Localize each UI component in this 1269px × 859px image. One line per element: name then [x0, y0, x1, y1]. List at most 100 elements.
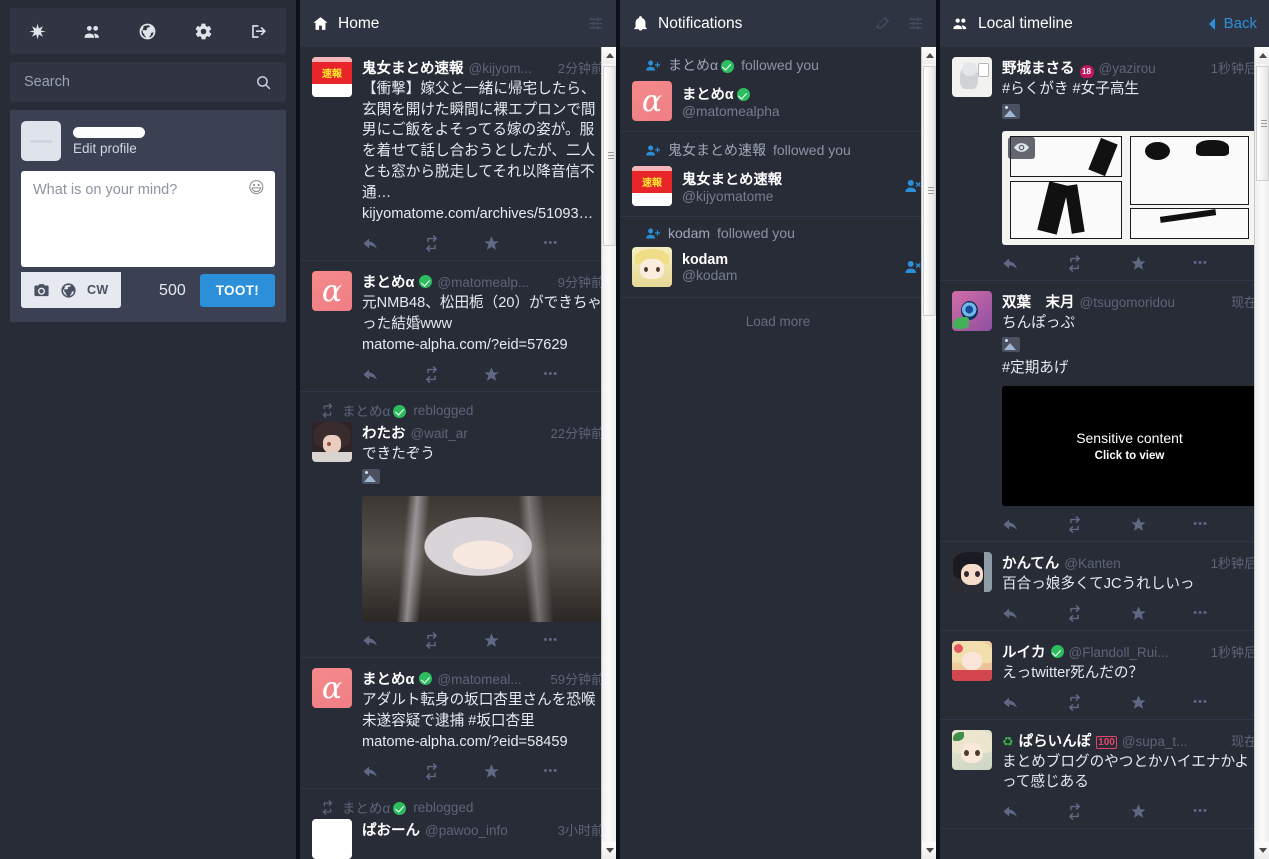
status[interactable]: ぱおーん @pawoo_info 3小时前 [300, 817, 616, 859]
media-image[interactable] [1002, 130, 1257, 245]
sensitive-content-overlay[interactable]: Sensitive content Click to view [1002, 386, 1257, 507]
status[interactable]: ルイカ @Flandoll_Rui... 1秒钟后 えっtwitter死んだの？… [940, 631, 1269, 720]
camera-icon[interactable] [33, 282, 50, 299]
boost-icon[interactable] [423, 366, 484, 384]
reply-icon[interactable] [1002, 516, 1066, 533]
compose-textarea-wrap[interactable]: 😃 [21, 171, 275, 267]
avatar[interactable] [21, 121, 61, 161]
status[interactable]: ♻ ぱらいんぽ 100 @supa_t... 现在 まとめブログのやつとかハイエ… [940, 720, 1269, 830]
column-header-home[interactable]: Home [300, 0, 616, 47]
scroll-down-button[interactable] [922, 842, 936, 859]
avatar[interactable]: 速報 [312, 57, 352, 97]
boost-icon[interactable] [423, 235, 484, 253]
status-hashtag[interactable]: #定期あげ [1002, 358, 1257, 379]
boost-icon[interactable] [423, 763, 484, 781]
globe-icon[interactable] [60, 282, 77, 299]
status-link[interactable]: matome-alpha.com/?eid=58459 [362, 732, 604, 753]
star-icon[interactable] [483, 366, 544, 383]
notification-account[interactable]: kodam @kodam [682, 252, 892, 283]
profile-row[interactable]: Edit profile [21, 121, 275, 161]
media-attachment[interactable] [1002, 130, 1257, 245]
star-icon[interactable] [1130, 516, 1194, 533]
scroll-up-button[interactable] [922, 47, 936, 64]
globe-icon[interactable] [125, 8, 171, 54]
scrollbar-notifications[interactable] [921, 47, 936, 859]
notification-item[interactable]: まとめα followed you α まとめα @matomealpha [620, 47, 936, 132]
avatar[interactable]: α [312, 271, 352, 312]
scroll-down-button[interactable] [1255, 842, 1269, 859]
avatar[interactable] [952, 640, 992, 681]
more-icon[interactable]: ••• [1193, 255, 1257, 272]
star-icon[interactable] [1130, 605, 1194, 622]
boost-icon[interactable] [1066, 254, 1130, 272]
scroll-up-button[interactable] [1255, 47, 1269, 64]
reply-icon[interactable] [362, 235, 423, 252]
boost-icon[interactable] [1066, 693, 1130, 711]
avatar[interactable]: α [632, 81, 672, 121]
eye-icon[interactable] [1008, 136, 1035, 159]
reply-icon[interactable] [1002, 605, 1066, 622]
notification-account[interactable]: 鬼女まとめ速報 @kijyomatome [682, 168, 892, 204]
notification-account[interactable]: まとめα @matomealpha [682, 83, 924, 119]
display-name[interactable]: まとめα [362, 271, 414, 292]
more-icon[interactable]: ••• [1193, 803, 1257, 820]
reply-icon[interactable] [1002, 803, 1066, 820]
avatar[interactable] [952, 57, 992, 97]
avatar[interactable]: α [312, 667, 352, 708]
asterisk-icon[interactable] [15, 8, 61, 54]
media-image[interactable] [362, 495, 604, 622]
more-icon[interactable]: ••• [544, 632, 605, 649]
reply-icon[interactable] [362, 763, 423, 780]
back-button[interactable]: Back [1206, 15, 1257, 32]
star-icon[interactable] [483, 235, 544, 252]
status[interactable]: かんてん @Kanten 1秒钟后 百合っ娘多くてJCうれしいっ ••• [940, 542, 1269, 631]
notification-account-name[interactable]: 鬼女まとめ速報 [668, 140, 766, 160]
notification-account-name[interactable]: kodam [668, 225, 710, 241]
column-header-local[interactable]: Local timeline Back [940, 0, 1269, 47]
reply-icon[interactable] [362, 366, 423, 383]
users-icon[interactable] [70, 8, 116, 54]
star-icon[interactable] [1130, 255, 1194, 272]
more-icon[interactable]: ••• [544, 763, 605, 780]
status-link[interactable]: matome-alpha.com/?eid=57629 [362, 335, 604, 356]
gear-icon[interactable] [180, 8, 226, 54]
more-icon[interactable]: ••• [1193, 605, 1257, 622]
emoji-picker-icon[interactable]: 😃 [248, 179, 267, 198]
scrollbar-home[interactable] [601, 47, 616, 859]
notification-item[interactable]: kodam followed you kodam @kodam [620, 217, 936, 298]
avatar[interactable] [952, 552, 992, 593]
search-box[interactable] [10, 62, 286, 102]
avatar[interactable] [312, 422, 352, 463]
eraser-icon[interactable] [874, 15, 891, 32]
cw-button[interactable]: CW [87, 283, 109, 297]
star-icon[interactable] [483, 763, 544, 780]
notification-account-name[interactable]: まとめα [668, 55, 735, 75]
display-name[interactable]: わたお [362, 422, 406, 443]
star-icon[interactable] [1130, 803, 1194, 820]
avatar[interactable] [632, 247, 672, 287]
scroll-up-button[interactable] [602, 47, 616, 64]
scroll-down-button[interactable] [602, 842, 616, 859]
notification-item[interactable]: 鬼女まとめ速報 followed you 速報 鬼女まとめ速報 @kijyoma [620, 132, 936, 217]
status[interactable]: わたお @wait_ar 22分钟前 できたぞう ••• [300, 420, 616, 657]
compose-textarea[interactable] [21, 171, 275, 267]
reblogger-name[interactable]: まとめα [342, 797, 407, 817]
status[interactable]: α まとめα @matomealp... 9分钟前 元NMB48、松田栀（20）… [300, 261, 616, 393]
scrollbar-thumb[interactable] [603, 66, 616, 246]
toot-button[interactable]: TOOT! [199, 274, 275, 307]
column-header-notifications[interactable]: Notifications [620, 0, 936, 47]
display-name[interactable]: 双葉 末月 [1002, 291, 1075, 312]
scrollbar-thumb[interactable] [1256, 66, 1269, 181]
avatar[interactable] [312, 819, 352, 859]
display-name[interactable]: ぱおーん [362, 819, 420, 840]
status[interactable]: 速報 鬼女まとめ速報 @kijyom... 2分钟前 【衝撃】嫁父と一緒に帰宅し… [300, 47, 616, 262]
reply-icon[interactable] [362, 632, 423, 649]
sliders-icon[interactable] [587, 15, 604, 32]
more-icon[interactable]: ••• [544, 366, 605, 383]
media-attachment[interactable] [362, 495, 604, 622]
more-icon[interactable]: ••• [1193, 516, 1257, 533]
boost-icon[interactable] [1066, 516, 1130, 534]
display-name[interactable]: 鬼女まとめ速報 [362, 57, 464, 78]
edit-profile-link[interactable]: Edit profile [73, 141, 145, 156]
display-name[interactable]: まとめα [362, 668, 414, 689]
